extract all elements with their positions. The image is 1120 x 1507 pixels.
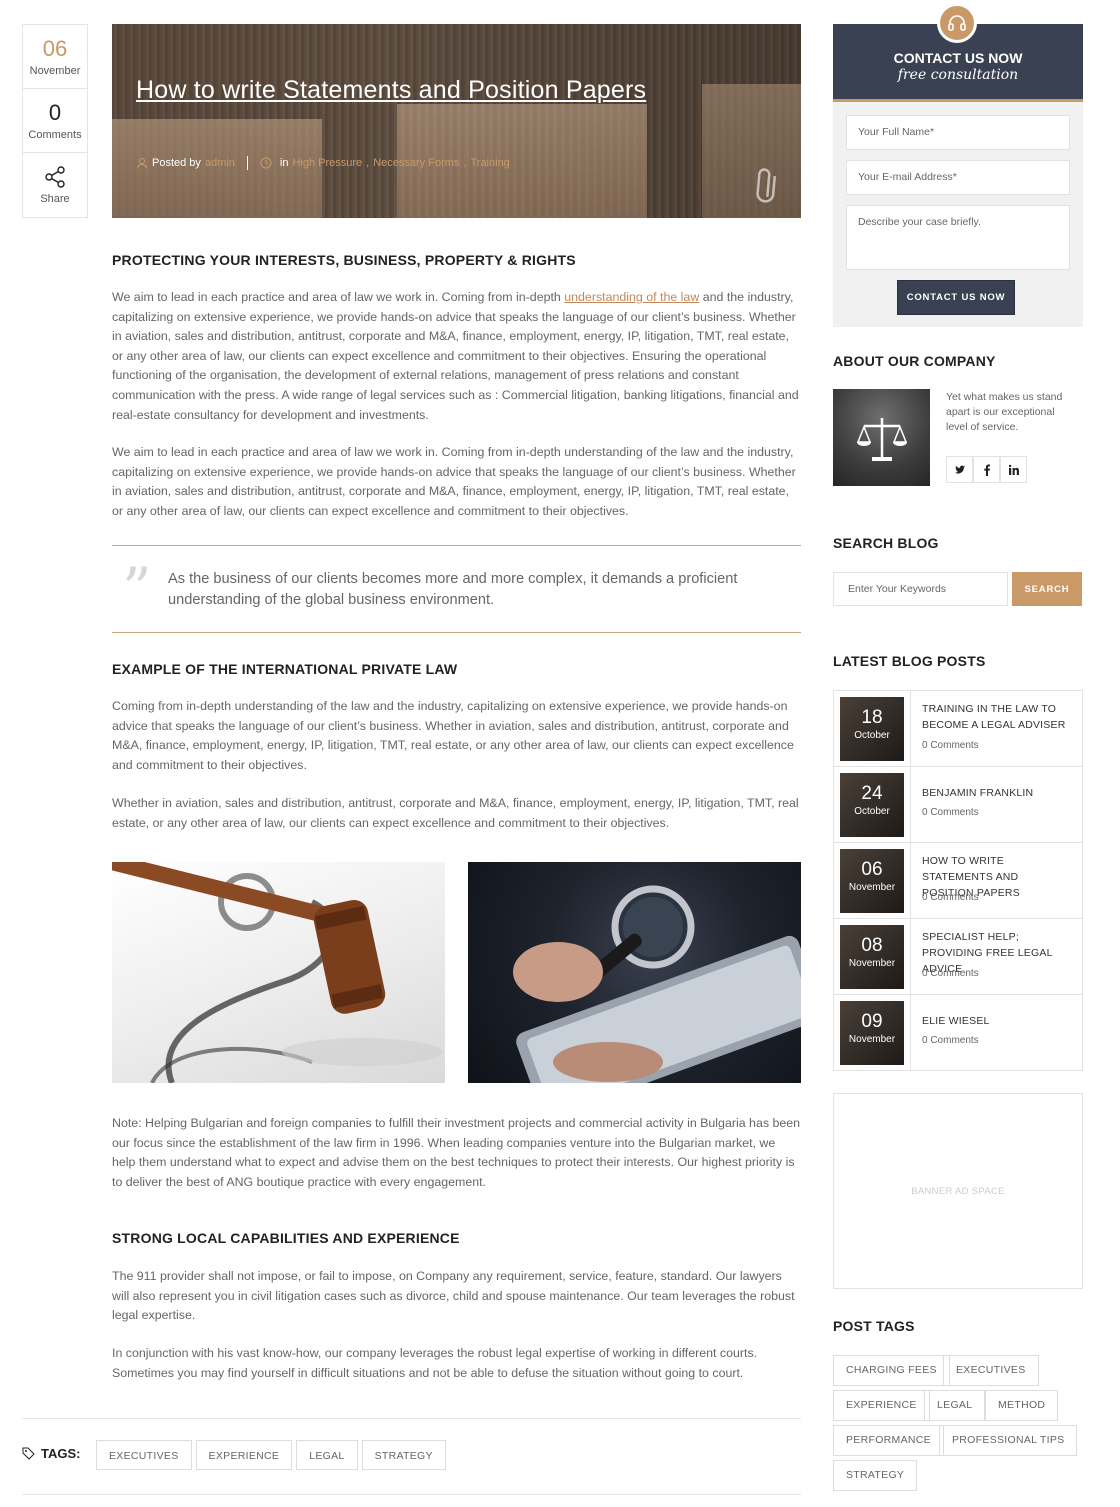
post-thumbnail[interactable]: 18 October bbox=[840, 697, 904, 761]
post-link[interactable]: ELIE WIESEL bbox=[922, 1013, 1072, 1029]
post-comments: 0 Comments bbox=[922, 807, 979, 818]
latest-posts-heading: LATEST BLOG POSTS bbox=[833, 653, 986, 669]
post-comments: 0 Comments bbox=[922, 968, 979, 979]
linkedin-icon[interactable] bbox=[1000, 456, 1027, 483]
headset-icon bbox=[937, 3, 977, 43]
magnifier-tablet-image bbox=[468, 862, 801, 1083]
article-paragraph: We aim to lead in each practice and area… bbox=[112, 290, 799, 422]
banner-ad[interactable]: BANNER AD SPACE bbox=[833, 1093, 1083, 1289]
post-day: 06 bbox=[42, 35, 68, 61]
tag-link[interactable]: PERFORMANCE bbox=[833, 1425, 944, 1456]
section-heading: STRONG LOCAL CAPABILITIES AND EXPERIENCE bbox=[112, 1230, 460, 1246]
search-button[interactable]: SEARCH bbox=[1012, 572, 1082, 606]
section-heading: PROTECTING YOUR INTERESTS, BUSINESS, PRO… bbox=[112, 252, 576, 268]
about-heading: ABOUT OUR COMPANY bbox=[833, 353, 996, 369]
post-byline: Posted by admin in High Pressure, Necess… bbox=[136, 156, 510, 170]
article-paragraph: We aim to lead in each practice and area… bbox=[112, 445, 796, 518]
share-button[interactable]: Share bbox=[23, 153, 87, 217]
article-paragraph: Note: Helping Bulgarian and foreign comp… bbox=[112, 1116, 801, 1189]
clock-icon bbox=[260, 157, 272, 169]
post-hero-image: How to write Statements and Position Pap… bbox=[112, 24, 801, 218]
tag-link[interactable]: EXPERIENCE bbox=[195, 1440, 293, 1470]
tag-icon bbox=[22, 1447, 35, 1460]
tag-link[interactable]: LEGAL bbox=[924, 1390, 986, 1421]
post-title[interactable]: How to write Statements and Position Pap… bbox=[136, 76, 646, 105]
tag-link[interactable]: LEGAL bbox=[296, 1440, 358, 1470]
post-date: 06 November bbox=[23, 25, 87, 89]
facebook-icon[interactable] bbox=[973, 456, 1000, 483]
posted-by-label: Posted by bbox=[152, 157, 201, 169]
contact-title: CONTACT US NOW bbox=[893, 50, 1023, 66]
in-label: in bbox=[279, 157, 289, 169]
tag-link[interactable]: PROFESSIONAL TIPS bbox=[939, 1425, 1078, 1456]
article-paragraph: Whether in aviation, sales and distribut… bbox=[112, 796, 799, 830]
tag-link[interactable]: EXPERIENCE bbox=[833, 1390, 930, 1421]
list-item[interactable]: 18 October TRAINING IN THE LAW TO BECOME … bbox=[834, 691, 1082, 767]
tag-link[interactable]: STRATEGY bbox=[361, 1440, 446, 1470]
twitter-icon[interactable] bbox=[946, 456, 973, 483]
tags-list: EXECUTIVES EXPERIENCE LEGAL STRATEGY bbox=[96, 1440, 446, 1470]
post-thumbnail[interactable]: 08 November bbox=[840, 925, 904, 989]
tag-link[interactable]: METHOD bbox=[985, 1390, 1059, 1421]
divider bbox=[22, 1418, 801, 1419]
post-thumbnail[interactable]: 06 November bbox=[840, 849, 904, 913]
email-field[interactable]: Your E-mail Address* bbox=[846, 160, 1070, 195]
scales-icon bbox=[856, 417, 907, 461]
post-link[interactable]: TRAINING IN THE LAW TO BECOME A LEGAL AD… bbox=[922, 701, 1072, 733]
post-comments: 0 Comments bbox=[922, 1035, 979, 1046]
list-item[interactable]: 08 November SPECIALIST HELP; PROVIDING FR… bbox=[834, 919, 1082, 995]
tag-link[interactable]: CHARGING FEES bbox=[833, 1355, 950, 1386]
post-comments: 0 Comments bbox=[922, 892, 979, 903]
article-paragraph: Coming from in-depth understanding of th… bbox=[112, 699, 794, 772]
user-icon bbox=[137, 158, 147, 169]
search-heading: SEARCH BLOG bbox=[833, 535, 939, 551]
comments-count: 0 bbox=[48, 99, 62, 125]
category-link[interactable]: Necessary Forms bbox=[373, 157, 459, 169]
divider bbox=[112, 632, 801, 633]
author-link[interactable]: admin bbox=[205, 157, 235, 169]
post-thumbnail[interactable]: 09 November bbox=[840, 1001, 904, 1065]
understanding-link[interactable]: understanding of the law bbox=[564, 290, 699, 304]
tag-link[interactable]: EXECUTIVES bbox=[943, 1355, 1039, 1386]
divider bbox=[112, 545, 801, 546]
contact-submit-button[interactable]: CONTACT US NOW bbox=[897, 280, 1015, 315]
post-link[interactable]: BENJAMIN FRANKLIN bbox=[922, 785, 1072, 801]
about-image bbox=[833, 389, 930, 486]
full-name-field[interactable]: Your Full Name* bbox=[846, 115, 1070, 150]
category-link[interactable]: Training bbox=[470, 157, 509, 169]
article-paragraph: In conjunction with his vast know-how, o… bbox=[112, 1346, 758, 1380]
contact-form: Your Full Name* Your E-mail Address* Des… bbox=[833, 102, 1083, 327]
post-thumbnail[interactable]: 24 October bbox=[840, 773, 904, 837]
tags-label: TAGS: bbox=[22, 1446, 80, 1461]
share-label: Share bbox=[40, 193, 70, 205]
contact-subtitle: free consultation bbox=[897, 67, 1019, 83]
comments-count-box[interactable]: 0 Comments bbox=[23, 89, 87, 153]
list-item[interactable]: 09 November ELIE WIESEL 0 Comments bbox=[834, 995, 1082, 1071]
tag-link[interactable]: EXECUTIVES bbox=[96, 1440, 192, 1470]
category-link[interactable]: High Pressure bbox=[292, 157, 362, 169]
quote-icon: ” bbox=[122, 555, 152, 623]
comments-label: Comments bbox=[28, 128, 82, 141]
article-paragraph: The 911 provider shall not impose, or fa… bbox=[112, 1269, 795, 1323]
share-icon bbox=[45, 166, 65, 188]
post-tags-heading: POST TAGS bbox=[833, 1318, 915, 1334]
quote-text: As the business of our clients becomes m… bbox=[168, 571, 738, 608]
post-month: November bbox=[29, 64, 81, 77]
list-item[interactable]: 24 October BENJAMIN FRANKLIN 0 Comments bbox=[834, 767, 1082, 843]
divider bbox=[22, 1494, 801, 1495]
tag-link[interactable]: STRATEGY bbox=[833, 1460, 918, 1491]
case-description-field[interactable]: Describe your case briefly. bbox=[846, 205, 1070, 270]
post-meta-box: 06 November 0 Comments Share bbox=[22, 24, 88, 218]
list-item[interactable]: 06 November HOW TO WRITE STATEMENTS AND P… bbox=[834, 843, 1082, 919]
latest-posts-list: 18 October TRAINING IN THE LAW TO BECOME … bbox=[833, 690, 1083, 1071]
about-text: Yet what makes us stand apart is our exc… bbox=[946, 391, 1063, 433]
section-heading: EXAMPLE OF THE INTERNATIONAL PRIVATE LAW bbox=[112, 661, 458, 677]
gavel-stethoscope-image bbox=[112, 862, 445, 1083]
search-input[interactable]: Enter Your Keywords bbox=[833, 572, 1008, 606]
post-comments: 0 Comments bbox=[922, 740, 979, 751]
